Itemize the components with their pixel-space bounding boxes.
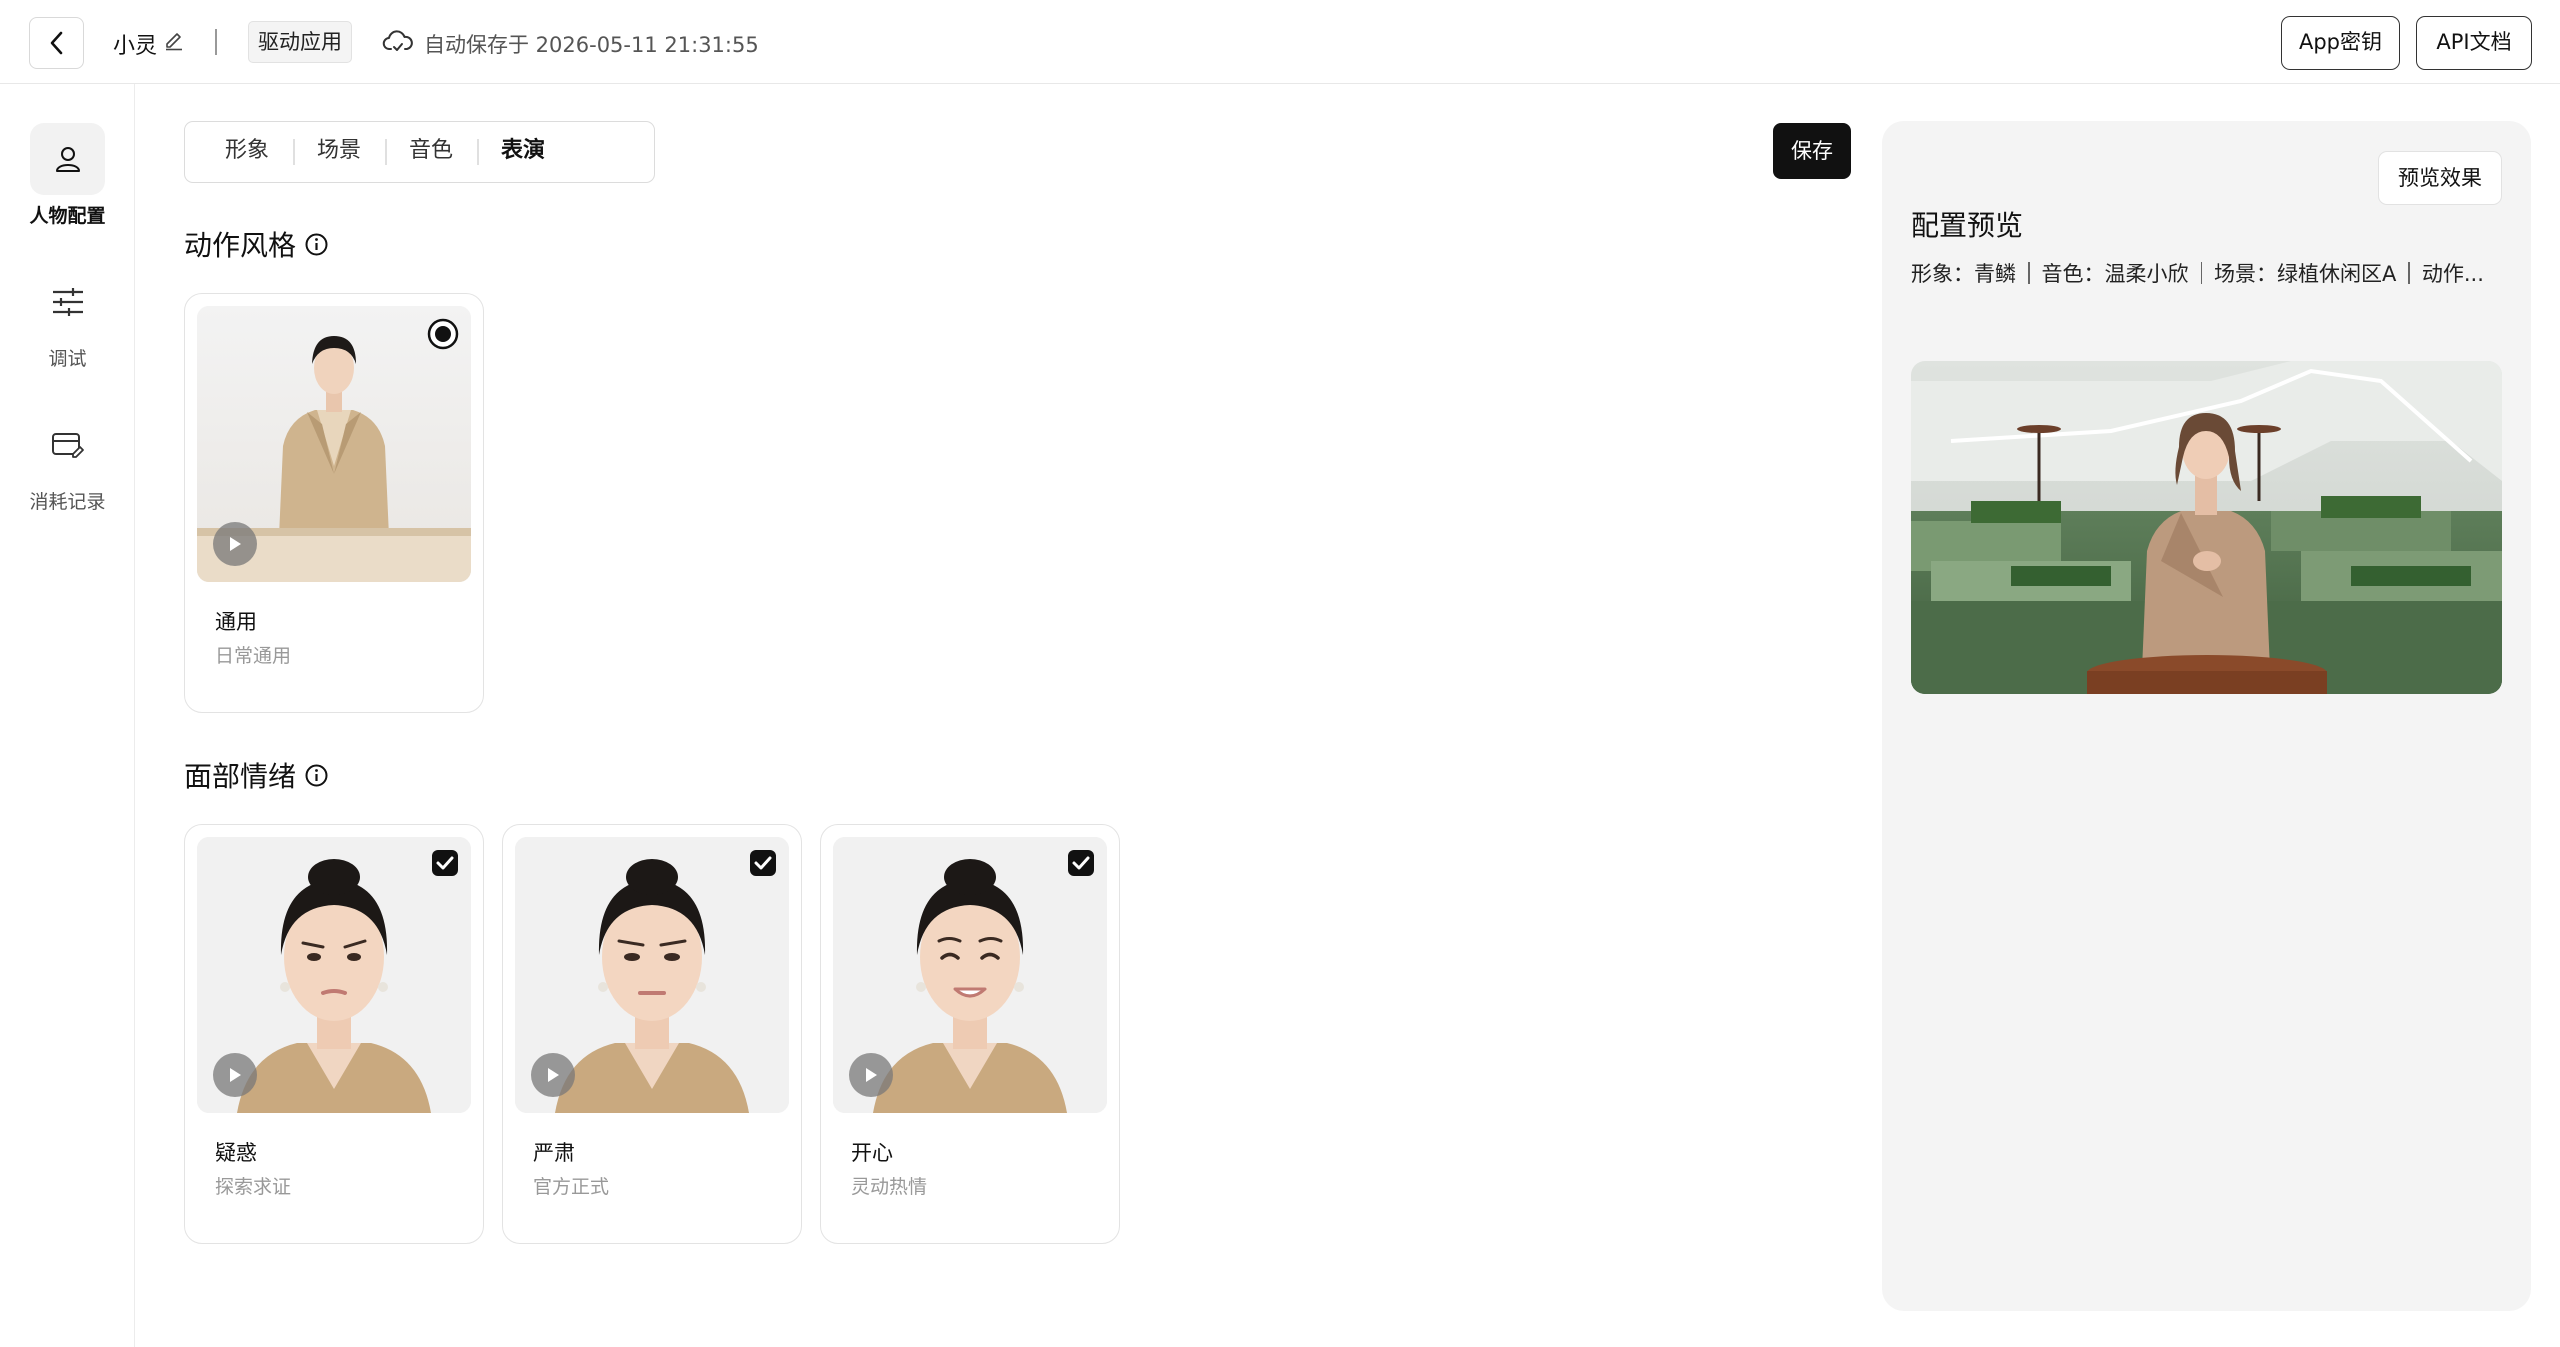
summary-divider — [2028, 262, 2030, 284]
card-subtitle: 灵动热情 — [851, 1176, 928, 1198]
tab-appearance[interactable]: 形象 — [201, 121, 293, 183]
section-title-text: 动作风格 — [184, 229, 297, 262]
config-tabs: 形象 场景 音色 表演 — [184, 121, 655, 183]
sidebar-item-label: 人物配置 — [29, 205, 106, 227]
summary-scene: 场景：绿植休闲区A — [2214, 262, 2397, 286]
play-icon — [548, 1068, 559, 1082]
emotion-card-happy[interactable]: 开心 灵动热情 — [820, 824, 1120, 1244]
sidebar-item-label: 调试 — [48, 348, 87, 370]
config-preview-panel: 预览效果 配置预览 形象：青鳞 音色：温柔小欣 场景：绿植休闲区A 动作... — [1882, 121, 2531, 1311]
play-button[interactable] — [849, 1053, 893, 1097]
section-title-facial-emotion: 面部情绪 — [184, 755, 329, 795]
app-key-button[interactable]: App密钥 — [2281, 16, 2400, 70]
card-title: 严肃 — [533, 1141, 575, 1165]
pencil-icon[interactable] — [163, 30, 185, 52]
preview-scene-illustration — [1911, 361, 2502, 694]
sidebar-item-label: 消耗记录 — [29, 491, 106, 513]
summary-action: 动作... — [2421, 262, 2484, 286]
preview-effect-button[interactable]: 预览效果 — [2378, 151, 2502, 205]
preview-title: 配置预览 — [1911, 209, 2024, 242]
play-button[interactable] — [213, 522, 257, 566]
card-edit-icon — [51, 433, 84, 458]
summary-divider — [2200, 262, 2202, 284]
tab-voice[interactable]: 音色 — [385, 121, 477, 183]
sidebar-item-character-config[interactable]: 人物配置 — [0, 123, 135, 228]
section-title-action-style: 动作风格 — [184, 224, 329, 264]
radio-selected-icon[interactable] — [427, 318, 459, 350]
play-icon — [230, 537, 241, 551]
checkbox-checked-icon[interactable] — [431, 849, 459, 877]
app-name: 小灵 — [113, 34, 158, 59]
save-button[interactable]: 保存 — [1773, 123, 1851, 179]
card-subtitle: 日常通用 — [215, 645, 292, 667]
sidebar-icon-bg — [30, 266, 105, 338]
avatar-full-body-image — [197, 306, 471, 582]
card-subtitle: 官方正式 — [533, 1176, 610, 1198]
card-title: 开心 — [851, 1141, 893, 1165]
chevron-left-icon — [50, 31, 62, 55]
person-icon — [55, 147, 80, 172]
card-title: 疑惑 — [215, 1141, 257, 1165]
preview-summary: 形象：青鳞 音色：温柔小欣 场景：绿植休闲区A 动作... — [1911, 258, 2511, 288]
info-icon[interactable] — [304, 232, 329, 257]
section-title-text: 面部情绪 — [184, 760, 297, 793]
play-button[interactable] — [213, 1053, 257, 1097]
preview-scene-image — [1911, 361, 2502, 694]
tab-scene[interactable]: 场景 — [293, 121, 385, 183]
cloud-sync-icon — [382, 30, 413, 51]
avatar-portrait-image — [833, 837, 1107, 1113]
sidebar-item-usage-records[interactable]: 消耗记录 — [0, 409, 135, 514]
autosave-status: 自动保存于 2026-05-11 21:31:55 — [424, 33, 759, 57]
card-subtitle: 探索求证 — [215, 1176, 292, 1198]
divider — [215, 29, 217, 55]
sidebar-icon-bg — [30, 409, 105, 481]
summary-appearance: 形象：青鳞 — [1911, 262, 2016, 286]
top-bar: 小灵 驱动应用 自动保存于 2026-05-11 21:31:55 App密钥 … — [0, 0, 2560, 84]
api-docs-button[interactable]: API文档 — [2416, 16, 2532, 70]
sidebar-icon-bg — [30, 123, 105, 195]
avatar-portrait-image — [197, 837, 471, 1113]
play-button[interactable] — [531, 1053, 575, 1097]
summary-voice: 音色：温柔小欣 — [2041, 262, 2189, 286]
left-sidebar: 人物配置 调试 消耗记录 — [0, 84, 135, 1347]
checkbox-checked-icon[interactable] — [1067, 849, 1095, 877]
sidebar-item-debug[interactable]: 调试 — [0, 266, 135, 371]
card-title: 通用 — [215, 610, 257, 634]
tab-performance[interactable]: 表演 — [477, 121, 569, 183]
app-type-tag: 驱动应用 — [248, 21, 352, 63]
summary-divider — [2408, 262, 2410, 284]
action-style-card-general[interactable]: 通用 日常通用 — [184, 293, 484, 713]
checkbox-checked-icon[interactable] — [749, 849, 777, 877]
sliders-icon — [52, 288, 83, 316]
emotion-card-confused[interactable]: 疑惑 探索求证 — [184, 824, 484, 1244]
avatar-portrait-image — [515, 837, 789, 1113]
emotion-card-serious[interactable]: 严肃 官方正式 — [502, 824, 802, 1244]
back-button[interactable] — [29, 17, 84, 69]
info-icon[interactable] — [304, 763, 329, 788]
play-icon — [866, 1068, 877, 1082]
play-icon — [230, 1068, 241, 1082]
